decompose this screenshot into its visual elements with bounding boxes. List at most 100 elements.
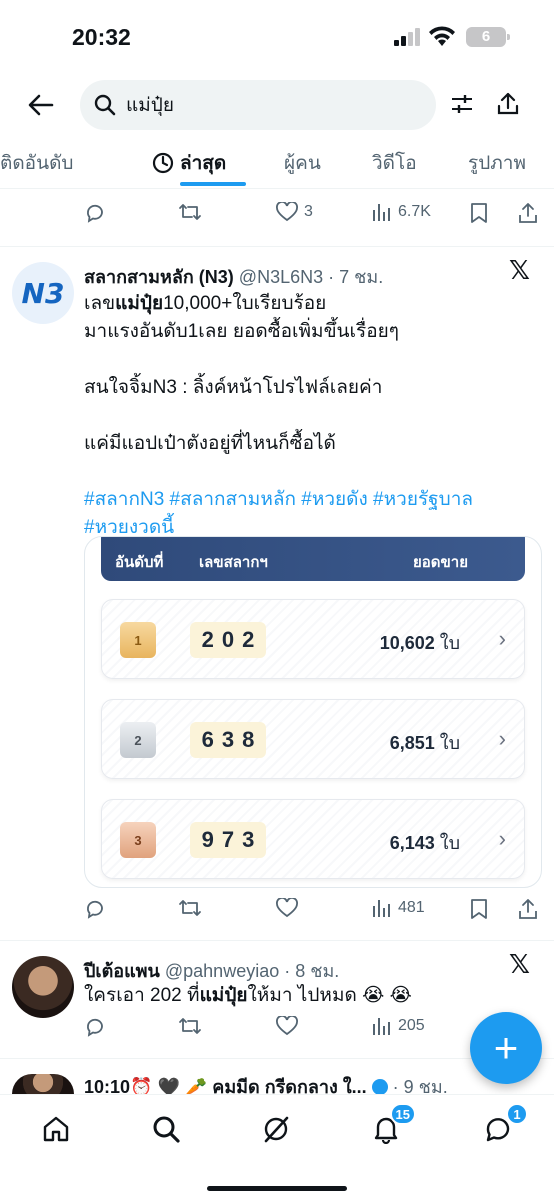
share-button[interactable] [518,898,538,920]
battery-level: 6 [481,28,491,45]
search-filter-button[interactable] [448,90,476,118]
sales-unit: ใบ [439,733,460,753]
heart-icon [276,202,298,222]
repost-button[interactable] [178,202,202,222]
sales-value: 10,602 [379,633,435,653]
views-button[interactable]: 205 [372,1016,425,1036]
nav-notifications[interactable]: 15 [366,1103,416,1147]
views-button[interactable]: 6.7K [372,202,431,222]
share-icon [497,92,519,115]
battery-icon: 6 [466,27,510,47]
repost-button[interactable] [178,1016,202,1036]
text-segment: 10,000+ใบเรียบร้อย [163,293,327,314]
compose-button[interactable]: + [470,1012,542,1084]
author-handle-time: @pahnweyiao · 8 ชม. [164,961,340,981]
view-count: 205 [398,1017,425,1034]
like-button[interactable] [276,1016,298,1036]
repost-button[interactable] [178,898,202,918]
highlighted-keyword: แม่ปุ๋ย [115,293,164,314]
text-segment: ให้มา ไปหมด 😭 😭 [247,985,412,1006]
reply-button[interactable] [84,202,106,224]
status-time: 20:32 [72,24,131,50]
back-button[interactable] [24,90,58,120]
rank-number: 1 [134,632,142,648]
views-icon [373,204,390,221]
col-rank: อันดับที่ [115,554,164,571]
wifi-icon [429,26,455,46]
rank-number: 2 [134,732,142,748]
home-indicator [207,1186,347,1191]
hashtags[interactable]: #สลากN3 #สลากสามหลัก #หวยดัง #หวยรัฐบาล [84,486,524,514]
nav-grok[interactable] [256,1111,296,1147]
avatar[interactable] [12,1074,74,1094]
arrow-left-icon [28,94,54,116]
bottom-nav: 15 1 [0,1094,554,1200]
grok-icon [264,1116,289,1143]
view-count: 6.7K [398,203,431,220]
search-tabs: ติดอันดับ ล่าสุด ผู้คน วิดีโอ รูปภาพ [0,140,554,186]
tweet-image[interactable]: อันดับที่ เลขสลากฯ ยอดขาย 1 202 10,602 ใ… [84,536,542,888]
avatar[interactable]: N3 [12,262,74,324]
text-segment: เลข [84,293,116,314]
tab-people[interactable]: ผู้คน [284,148,321,178]
cellular-signal-icon [394,28,420,46]
text-line: แค่มีแอปเป๋าตังอยู่ที่ไหนก็ซื้อได้ [84,433,336,454]
bookmark-button[interactable] [470,202,488,224]
author-handle-time: @N3L6N3 · 7 ชม. [238,267,384,287]
sales-value: 6,851 [389,733,435,753]
repost-icon [179,204,201,220]
clock-icon [152,152,174,174]
active-tab-indicator [180,182,246,186]
tab-latest[interactable]: ล่าสุด [152,148,226,178]
sales-unit: ใบ [439,833,460,853]
author-name[interactable]: สลากสามหลัก (N3) [84,267,234,287]
col-number: เลขสลากฯ [199,554,268,571]
prev-tweet-actions: 3 6.7K [0,202,554,232]
sales-amount: 10,602 ใบ [380,628,460,657]
chevron-right-icon: › [498,626,506,651]
text-segment: ใครเอา 202 ที่ [84,985,200,1006]
search-input[interactable]: แม่ปุ๋ย [80,80,436,130]
author-name[interactable]: ปีเต้อแพน [84,961,160,981]
reply-icon [87,1018,103,1037]
avatar-logo-text: N3 [21,276,65,310]
tab-top[interactable]: ติดอันดับ [0,148,73,178]
search-icon [94,94,116,116]
nav-messages[interactable]: 1 [478,1103,528,1147]
lottery-number: 202 [190,622,266,658]
reply-button[interactable] [84,898,106,920]
col-sales: ยอดขาย [413,554,469,571]
tabs-divider [0,188,554,189]
notifications-badge: 15 [389,1103,416,1125]
heart-icon [276,1016,298,1036]
silver-medal-icon: 2 [120,722,156,758]
tab-videos[interactable]: วิดีโอ [372,148,417,178]
tweet-text: เลขแม่ปุ๋ย10,000+ใบเรียบร้อย มาแรงอันดับ… [84,290,524,542]
sliders-icon [452,95,472,113]
author-name[interactable]: 10:10⏰ 🖤 🥕 คมมีด กรีดกลาง ใ... [84,1077,367,1094]
x-logo-icon: 𝕏 [509,256,530,286]
text-line: สนใจจิ้มN3 : ลิ้งค์หน้าโปรไฟล์เลยค่า [84,377,383,398]
views-button[interactable]: 481 [372,898,425,918]
share-button[interactable] [518,202,538,224]
nav-search[interactable] [146,1111,186,1147]
nav-home[interactable] [36,1111,76,1147]
bookmark-button[interactable] [470,898,488,920]
reply-icon [87,900,103,919]
tab-latest-label: ล่าสุด [180,153,227,174]
tab-photos[interactable]: รูปภาพ [468,148,526,178]
rank-number: 3 [134,832,142,848]
bookmark-icon [471,203,487,223]
verified-badge-icon [371,1079,388,1094]
ranking-row: 2 638 6,851 ใบ › [101,699,525,779]
tweet-header: ปีเต้อแพน @pahnweyiao · 8 ชม. [84,956,339,985]
ranking-row: 3 973 6,143 ใบ › [101,799,525,879]
share-search-button[interactable] [494,90,522,118]
like-button[interactable] [276,898,298,918]
bookmark-icon [471,899,487,919]
reply-button[interactable] [84,1016,106,1038]
sales-amount: 6,143 ใบ [390,828,460,857]
avatar[interactable] [12,956,74,1018]
like-button[interactable]: 3 [276,202,313,222]
view-count: 481 [398,899,425,916]
